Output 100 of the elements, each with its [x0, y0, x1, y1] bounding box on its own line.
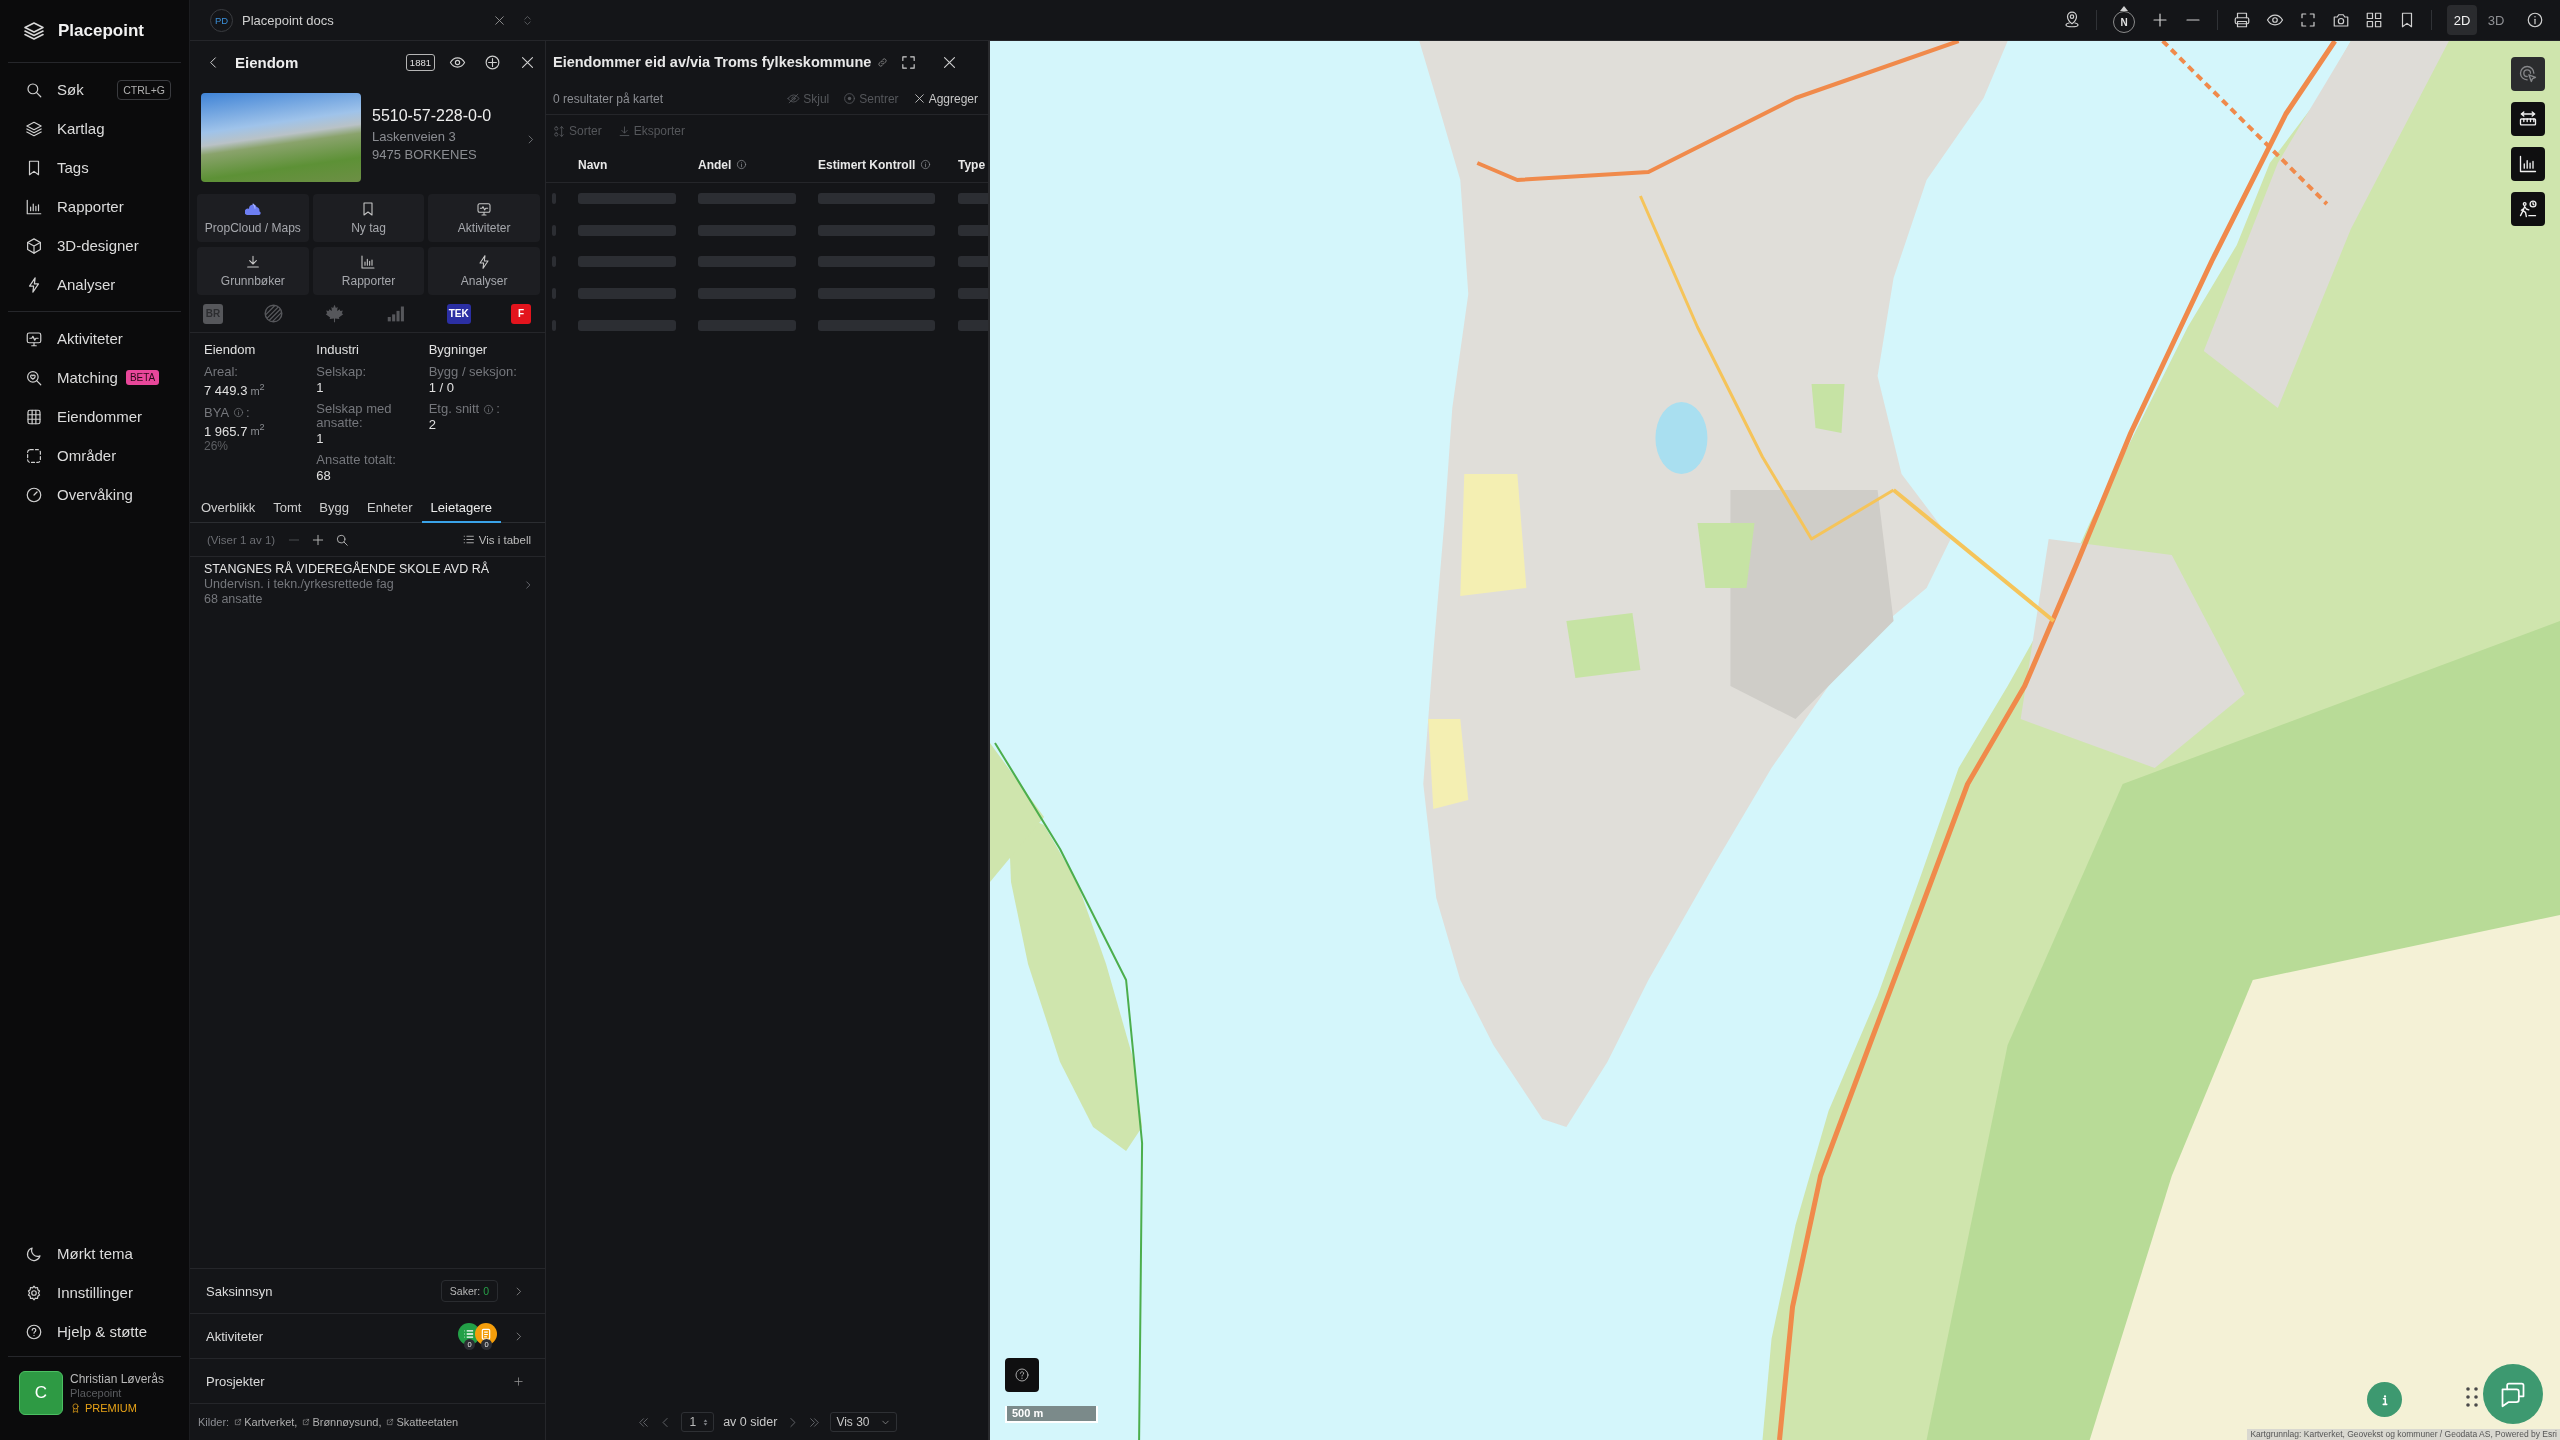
- page-input[interactable]: 1: [681, 1412, 715, 1432]
- ruler-icon: [2518, 109, 2538, 129]
- dashed-square-icon: [25, 446, 43, 465]
- field-value: 2: [428, 416, 437, 433]
- field-label: Etg. snitt: [428, 402, 480, 416]
- column-header[interactable]: Estimert Kontroll: [818, 157, 916, 172]
- grid-icon[interactable]: [2365, 11, 2383, 29]
- cross-icon: [912, 92, 926, 105]
- sources-label: Kilder:: [198, 1416, 230, 1428]
- download-icon: [244, 254, 261, 270]
- nav-item[interactable]: Tags: [25, 158, 89, 177]
- printer-icon[interactable]: [2233, 11, 2251, 29]
- column-header[interactable]: Navn: [578, 157, 608, 172]
- source-link[interactable]: Skatteetaten: [386, 1416, 459, 1428]
- app-name: Placepoint: [58, 21, 144, 41]
- lookup-button[interactable]: 1881: [405, 53, 435, 71]
- nav-item[interactable]: Områder: [25, 446, 117, 465]
- nav-item[interactable]: Analyser: [25, 275, 116, 294]
- external-link-icon: [386, 1418, 395, 1426]
- table-view-button[interactable]: Vis i tabell: [461, 533, 531, 546]
- map-pin-icon[interactable]: [2063, 11, 2081, 29]
- nav-item[interactable]: Aktiviteter: [25, 329, 123, 348]
- source-link[interactable]: Kartverket,: [234, 1416, 298, 1428]
- expand-icon[interactable]: [900, 53, 917, 71]
- tenant-name[interactable]: STANGNES RÅ VIDEREGÅENDE SKOLE AVD RÅ: [204, 562, 523, 577]
- help-button[interactable]: [1005, 1358, 1039, 1392]
- source-link[interactable]: Brønnøysund,: [302, 1416, 382, 1428]
- field-value: 68: [316, 467, 332, 484]
- page-size-select[interactable]: Vis 30: [830, 1412, 897, 1432]
- beta-badge: BETA: [125, 370, 160, 385]
- map-tool-button[interactable]: [2511, 102, 2545, 136]
- section-title[interactable]: Saksinnsyn: [206, 1283, 441, 1299]
- nav-item[interactable]: 3D-designer: [25, 236, 139, 255]
- attribution-text: Kartgrunnlag: Kartverket, Geovekst og kommuner / Geodata AS, Powered by Esri: [2247, 1429, 2560, 1440]
- gauge-icon: [25, 485, 43, 504]
- cases-label: Saker:: [449, 1285, 481, 1297]
- avatar[interactable]: C: [19, 1371, 63, 1415]
- docs-title[interactable]: Placepoint docs: [242, 12, 478, 28]
- map-tool-button[interactable]: [2511, 147, 2545, 181]
- tab[interactable]: Bygg: [310, 493, 358, 523]
- action-button[interactable]: Analyser: [428, 247, 540, 295]
- bar-chart-icon: [360, 254, 377, 270]
- cursor-target-icon: [2518, 64, 2538, 84]
- result-action-button[interactable]: Aggreger: [912, 91, 978, 106]
- nav-item[interactable]: Innstillinger: [25, 1283, 133, 1302]
- plus-icon[interactable]: [2151, 11, 2169, 29]
- camera-icon[interactable]: [2332, 11, 2350, 29]
- tenant-employees: 68 ansatte: [204, 592, 264, 607]
- download-icon: [617, 124, 631, 138]
- plan-label: PREMIUM: [85, 1401, 137, 1415]
- award-icon: [70, 1401, 81, 1415]
- tab[interactable]: Leietagere: [421, 493, 501, 523]
- plus-icon[interactable]: [513, 1375, 524, 1387]
- chevron-right-icon[interactable]: [523, 579, 533, 590]
- view-mode-tab[interactable]: 3D: [2481, 5, 2511, 35]
- tenant-industry: Undervisn. i tekn./yrkesrettede fag: [204, 577, 395, 592]
- nav-item[interactable]: Søk: [25, 80, 84, 99]
- tab[interactable]: Overblikk: [192, 493, 265, 523]
- map-tool-button[interactable]: [2511, 192, 2545, 226]
- fact-heading: Bygninger: [428, 341, 489, 359]
- nav-item[interactable]: Hjelp & støtte: [25, 1322, 148, 1341]
- tab[interactable]: Enheter: [358, 493, 422, 523]
- action-button[interactable]: Ny tag: [312, 194, 425, 242]
- source-badge[interactable]: TEK: [446, 303, 471, 324]
- source-badge[interactable]: F: [510, 303, 531, 324]
- field-label: Selskap:: [316, 365, 367, 379]
- list-icon: [461, 533, 475, 546]
- organization-name: Placepoint: [70, 1386, 123, 1400]
- field-label: Bygg / seksjon:: [428, 365, 517, 379]
- up-down-chevron-icon[interactable]: [521, 13, 534, 27]
- close-icon[interactable]: [493, 13, 506, 27]
- action-button[interactable]: Rapporter: [312, 247, 425, 295]
- bar-chart-icon: [2518, 154, 2538, 174]
- action-button[interactable]: Grunnbøker: [197, 247, 309, 295]
- nav-item[interactable]: Kartlag: [25, 119, 105, 138]
- expand-icon[interactable]: [2299, 11, 2317, 29]
- search-icon[interactable]: [335, 532, 350, 547]
- nav-item[interactable]: Eiendommer: [25, 407, 143, 426]
- tab[interactable]: Tomt: [264, 493, 311, 523]
- crosshair-icon[interactable]: [484, 53, 501, 71]
- action-button[interactable]: PropCloud / Maps: [197, 194, 309, 242]
- nav-item[interactable]: Matching: [25, 368, 118, 387]
- double-chevron-right-icon[interactable]: [808, 1415, 822, 1429]
- field-value: 1: [316, 379, 325, 396]
- nav-item[interactable]: Mørkt tema: [25, 1244, 133, 1263]
- action-button[interactable]: Aktiviteter: [428, 194, 540, 242]
- sort-icon: [553, 124, 566, 138]
- link-icon[interactable]: [877, 56, 889, 68]
- view-mode-tab[interactable]: 2D: [2447, 5, 2477, 35]
- nav-item[interactable]: Overvåking: [25, 485, 133, 504]
- nav-item[interactable]: Rapporter: [25, 197, 124, 216]
- column-header[interactable]: Andel: [698, 157, 732, 172]
- drag-handle-icon[interactable]: [2466, 1387, 2478, 1407]
- section-title[interactable]: Aktiviteter: [206, 1328, 458, 1344]
- section-title[interactable]: Prosjekter: [206, 1373, 513, 1389]
- column-header[interactable]: Type: [958, 157, 986, 172]
- photo-placeholder[interactable]: [201, 93, 361, 182]
- plus-icon[interactable]: [311, 532, 326, 547]
- magnifier-heart-icon: [25, 368, 43, 387]
- double-chevron-left-icon[interactable]: [637, 1415, 651, 1429]
